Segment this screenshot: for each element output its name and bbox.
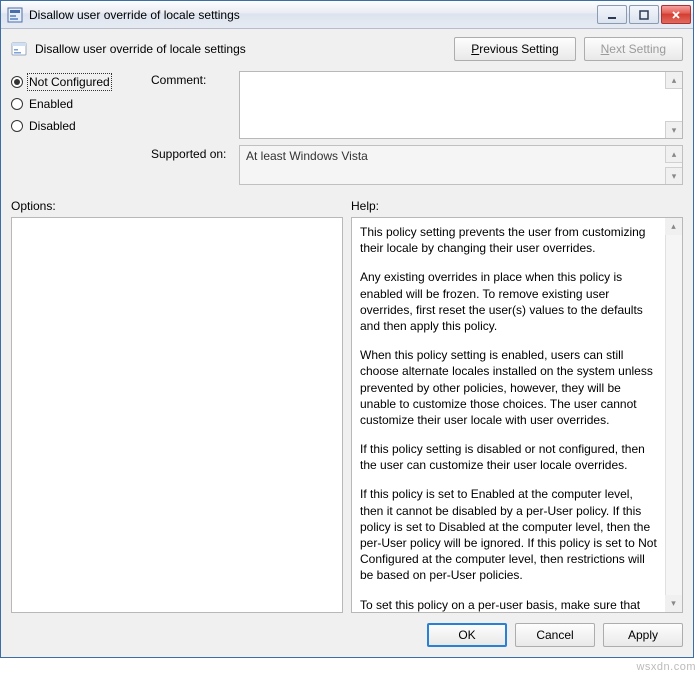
minimize-button[interactable] <box>597 5 627 24</box>
supported-on-box: At least Windows Vista ▴ ▾ <box>239 145 683 185</box>
radio-dot-icon <box>11 76 23 88</box>
radio-label: Disabled <box>29 119 76 133</box>
help-paragraph: When this policy setting is enabled, use… <box>360 347 658 428</box>
radio-empty-icon <box>11 120 23 132</box>
help-paragraph: If this policy is set to Enabled at the … <box>360 486 658 583</box>
cancel-button[interactable]: Cancel <box>515 623 595 647</box>
help-paragraph: If this policy setting is disabled or no… <box>360 441 658 473</box>
previous-setting-button[interactable]: Previous Setting <box>454 37 575 61</box>
radio-disabled[interactable]: Disabled <box>11 119 133 133</box>
scroll-down-icon[interactable]: ▾ <box>665 595 682 612</box>
close-button[interactable] <box>661 5 691 24</box>
policy-icon <box>7 7 23 23</box>
watermark: wsxdn.com <box>636 661 696 673</box>
radio-label: Enabled <box>29 97 73 111</box>
next-setting-button[interactable]: Next Setting <box>584 37 683 61</box>
scroll-up-icon[interactable]: ▴ <box>665 72 682 89</box>
comment-textarea[interactable]: ▴ ▾ <box>239 71 683 139</box>
help-label: Help: <box>351 199 683 213</box>
titlebar[interactable]: Disallow user override of locale setting… <box>1 1 693 29</box>
maximize-button[interactable] <box>629 5 659 24</box>
help-paragraph: To set this policy on a per-user basis, … <box>360 597 658 613</box>
ok-button[interactable]: OK <box>427 623 507 647</box>
policy-title: Disallow user override of locale setting… <box>35 42 446 56</box>
comment-label: Comment: <box>151 71 233 87</box>
apply-button[interactable]: Apply <box>603 623 683 647</box>
scroll-up-icon[interactable]: ▴ <box>665 146 682 163</box>
supported-on-label: Supported on: <box>151 145 233 161</box>
options-label: Options: <box>11 199 351 213</box>
policy-window: Disallow user override of locale setting… <box>0 0 694 658</box>
options-pane <box>11 217 343 613</box>
window-title: Disallow user override of locale setting… <box>29 8 597 22</box>
policy-setting-icon <box>11 41 27 57</box>
help-pane[interactable]: This policy setting prevents the user fr… <box>351 217 683 613</box>
help-paragraph: This policy setting prevents the user fr… <box>360 224 658 256</box>
scrollbar[interactable]: ▴ ▾ <box>665 218 682 612</box>
radio-label: Not Configured <box>29 75 110 89</box>
help-paragraph: Any existing overrides in place when thi… <box>360 269 658 334</box>
scroll-up-icon[interactable]: ▴ <box>665 218 682 235</box>
scroll-down-icon[interactable]: ▾ <box>665 167 682 184</box>
scroll-down-icon[interactable]: ▾ <box>665 121 682 138</box>
radio-empty-icon <box>11 98 23 110</box>
radio-not-configured[interactable]: Not Configured <box>11 75 133 89</box>
supported-on-value: At least Windows Vista <box>246 149 368 163</box>
radio-enabled[interactable]: Enabled <box>11 97 133 111</box>
